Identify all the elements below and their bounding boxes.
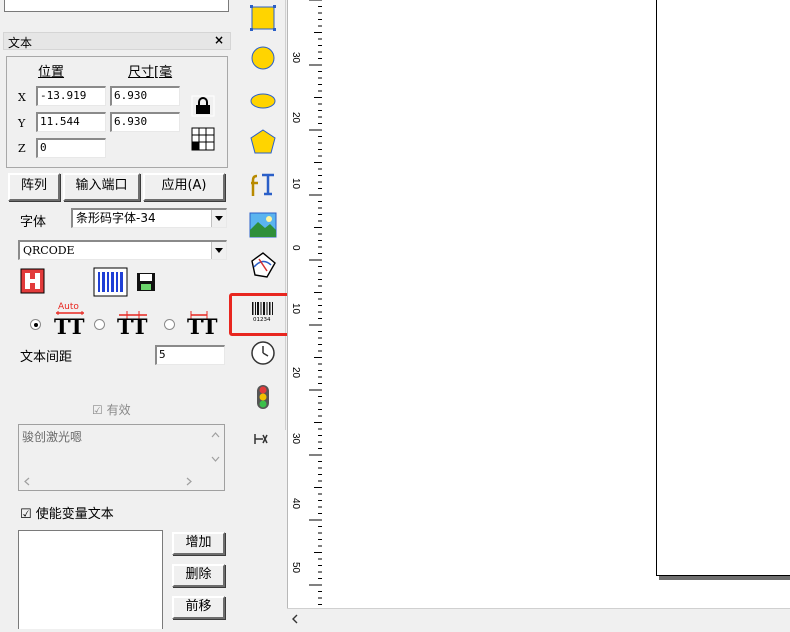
work-area-page[interactable] bbox=[656, 0, 790, 576]
input-port-icon[interactable] bbox=[248, 382, 278, 412]
ruler-label: 50 bbox=[290, 562, 301, 574]
enable-variable-label: 使能变量文本 bbox=[35, 507, 114, 522]
height-input[interactable]: 6.930 bbox=[110, 112, 180, 132]
variable-text-list[interactable] bbox=[18, 530, 163, 629]
apply-button[interactable]: 应用(A) bbox=[143, 173, 225, 201]
size-label: 尺寸[毫 bbox=[128, 65, 173, 80]
z-position-input[interactable]: 0 bbox=[36, 138, 106, 158]
z-label: Z bbox=[18, 142, 26, 155]
ruler-label: 40 bbox=[290, 498, 301, 510]
chevron-down-icon[interactable] bbox=[211, 210, 226, 227]
svg-text:TT: TT bbox=[187, 314, 218, 337]
timer-icon[interactable] bbox=[248, 338, 278, 368]
input-port-button[interactable]: 输入端口 bbox=[63, 173, 140, 201]
barcode-type-value: QRCODE bbox=[23, 244, 75, 257]
ruler-label: 30 bbox=[290, 433, 301, 445]
barcode-settings-icon[interactable] bbox=[19, 267, 46, 295]
font-select-value: 条形码字体-34 bbox=[76, 211, 156, 225]
anchor-grid-icon[interactable] bbox=[190, 126, 216, 151]
save-icon[interactable] bbox=[136, 272, 156, 292]
text-spacing-label: 文本间距 bbox=[20, 350, 73, 365]
ruler-label: 0 bbox=[290, 245, 301, 251]
enable-variable-check-icon[interactable]: ☑ bbox=[20, 507, 32, 522]
x-label: X bbox=[18, 91, 26, 104]
svg-text:TT: TT bbox=[54, 314, 85, 337]
text-scrollbar-horizontal[interactable] bbox=[19, 473, 207, 490]
vertical-ruler: 30 20 10 0 10 20 30 40 50 bbox=[287, 0, 323, 608]
add-button[interactable]: 增加 bbox=[172, 532, 225, 555]
ruler-label: 30 bbox=[290, 52, 301, 64]
spacing-edge-icon: TT bbox=[183, 311, 223, 340]
close-icon[interactable]: × bbox=[214, 33, 224, 47]
panel-header: 文本 × bbox=[3, 32, 231, 50]
valid-checkbox: ☑ 有效 bbox=[92, 401, 131, 418]
ruler-label: 20 bbox=[290, 112, 301, 124]
spacing-center-radio[interactable] bbox=[94, 319, 105, 330]
svg-text:TT: TT bbox=[117, 314, 148, 337]
polygon-icon[interactable] bbox=[248, 127, 278, 157]
move-up-button[interactable]: 前移 bbox=[172, 596, 225, 619]
object-list-field[interactable] bbox=[4, 0, 229, 12]
delay-icon[interactable] bbox=[248, 424, 278, 454]
font-label: 字体 bbox=[20, 215, 47, 230]
spacing-center-icon: TT bbox=[113, 311, 153, 340]
text-spacing-input[interactable]: 5 bbox=[155, 345, 225, 365]
ruler-label: 10 bbox=[290, 178, 301, 190]
valid-label: 有效 bbox=[106, 403, 131, 417]
position-label: 位置 bbox=[38, 65, 65, 80]
y-label: Y bbox=[18, 117, 26, 130]
delete-button[interactable]: 删除 bbox=[172, 564, 225, 587]
ruler-label: 10 bbox=[290, 303, 301, 315]
text-content-box[interactable]: 骏创激光嗯 bbox=[18, 424, 225, 491]
y-position-input[interactable]: 11.544 bbox=[36, 112, 106, 132]
rectangle-icon[interactable] bbox=[248, 3, 278, 33]
spacing-auto-radio[interactable] bbox=[30, 319, 41, 330]
enable-variable-checkbox[interactable]: ☑ 使能变量文本 bbox=[20, 503, 114, 522]
toolbar-strip: 01234 bbox=[238, 0, 286, 444]
panel-title: 文本 bbox=[8, 36, 33, 50]
text-icon[interactable] bbox=[248, 169, 278, 199]
canvas-scrollbar-horizontal[interactable] bbox=[287, 608, 790, 629]
barcode-type-select[interactable]: QRCODE bbox=[18, 240, 227, 260]
font-select[interactable]: 条形码字体-34 bbox=[71, 208, 227, 228]
barcode-preview-icon[interactable] bbox=[93, 267, 128, 297]
spacing-auto-icon: TT bbox=[50, 311, 90, 340]
vector-file-icon[interactable] bbox=[248, 250, 278, 280]
property-panel: 文本 × 位置 尺寸[毫 X -13.919 6.930 Y 11.544 6.… bbox=[0, 0, 235, 629]
ruler-label: 20 bbox=[290, 367, 301, 379]
lock-icon[interactable] bbox=[190, 94, 216, 118]
width-input[interactable]: 6.930 bbox=[110, 86, 180, 106]
bitmap-icon[interactable] bbox=[248, 210, 278, 240]
valid-check-icon: ☑ bbox=[92, 403, 103, 417]
x-position-input[interactable]: -13.919 bbox=[36, 86, 106, 106]
spacing-edge-radio[interactable] bbox=[164, 319, 175, 330]
text-content-value: 骏创激光嗯 bbox=[22, 430, 83, 444]
ellipse-icon[interactable] bbox=[248, 86, 278, 116]
circle-icon[interactable] bbox=[248, 43, 278, 73]
text-scrollbar-vertical[interactable] bbox=[207, 425, 224, 473]
chevron-down-icon[interactable] bbox=[211, 242, 226, 259]
array-button[interactable]: 阵列 bbox=[8, 173, 60, 201]
